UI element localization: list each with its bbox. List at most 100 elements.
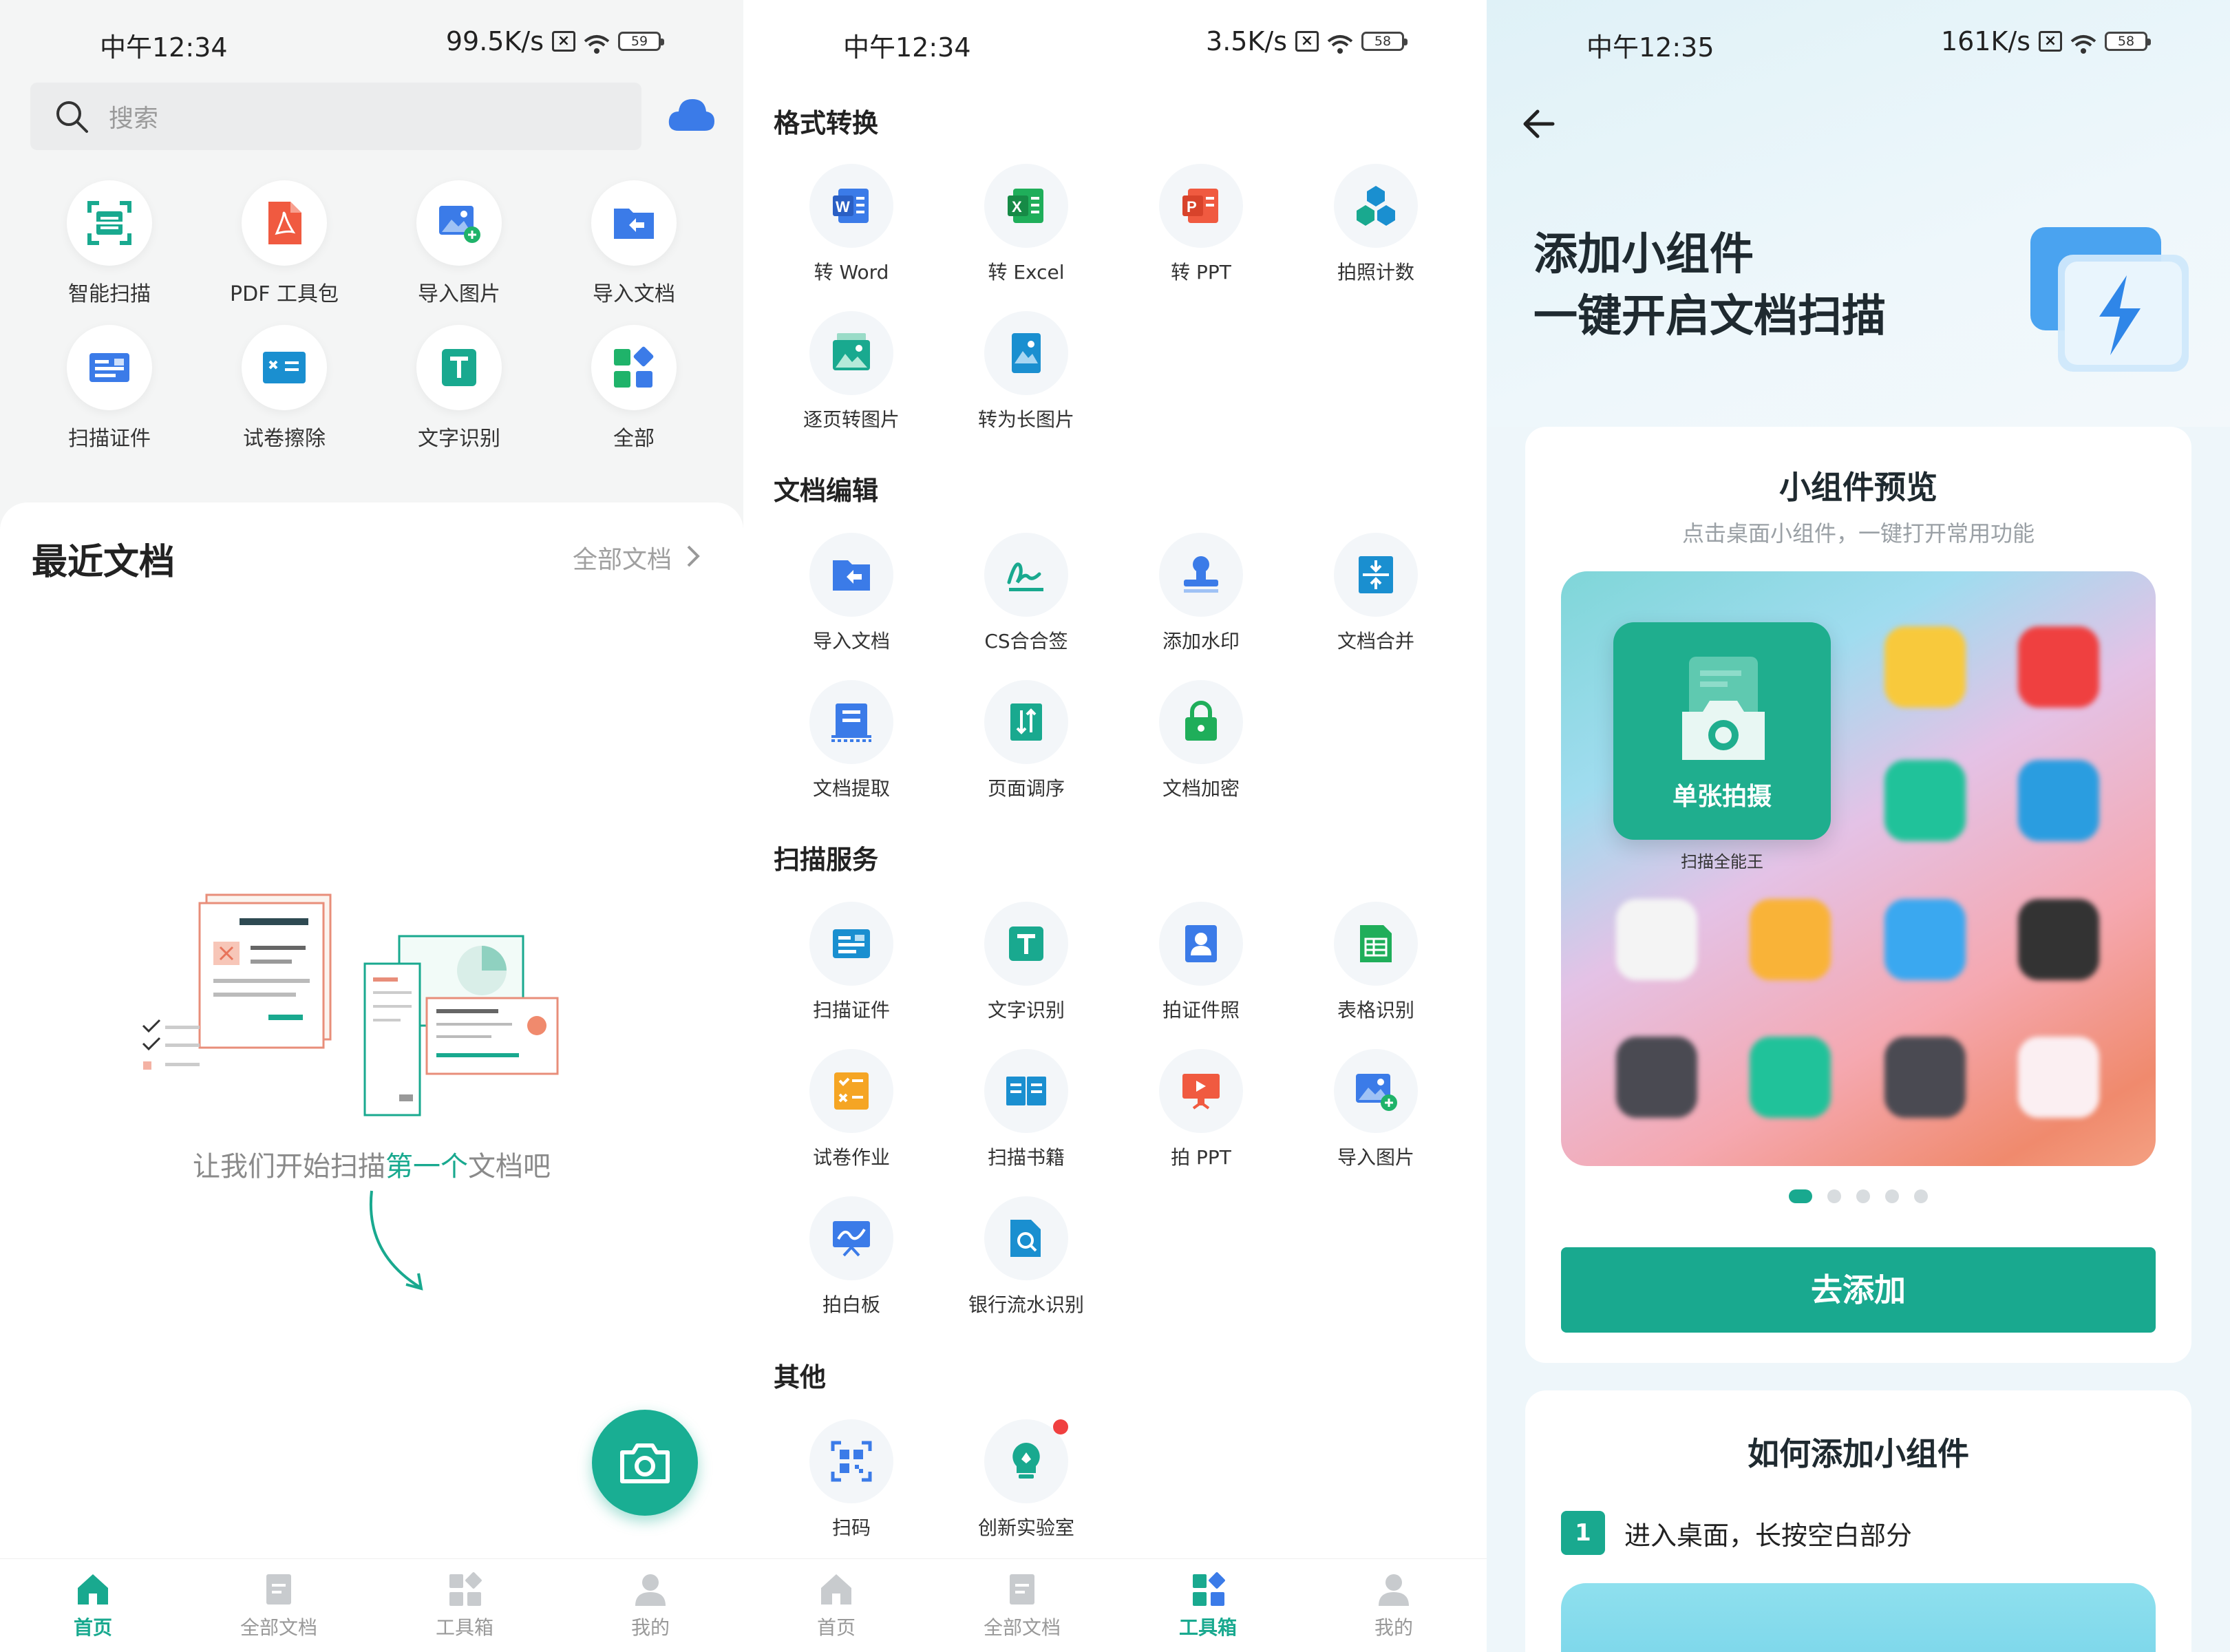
battery-icon: 59 — [618, 32, 664, 51]
tool-page-to-image[interactable]: 逐页转图片 — [764, 311, 939, 458]
tool-id-photo[interactable]: 拍证件照 — [1114, 902, 1288, 1049]
tool-to-excel[interactable]: X 转 Excel — [939, 164, 1114, 311]
tab-label: 全部文档 — [240, 1616, 317, 1639]
empty-state-message: 让我们开始扫描第一个文档吧 — [0, 1144, 743, 1184]
tool-label: 逐页转图片 — [803, 408, 900, 431]
tool-label: 导入文档 — [812, 630, 890, 653]
howto-card: 如何添加小组件 1 进入桌面，长按空白部分 — [1525, 1390, 2191, 1652]
text-recognition-icon — [1009, 926, 1043, 961]
tool-label: 页面调序 — [987, 777, 1065, 800]
tab-label: 首页 — [73, 1616, 112, 1639]
tool-scan-book[interactable]: 扫描书籍 — [939, 1049, 1114, 1196]
tool-text-recognition[interactable]: 文字识别 — [372, 325, 546, 469]
no-sim-icon: × — [2039, 31, 2062, 52]
tool-to-word[interactable]: W 转 Word — [764, 164, 939, 311]
tool-merge[interactable]: 文档合并 — [1288, 533, 1463, 680]
bank-statement-icon — [1010, 1220, 1041, 1257]
tab-label: 全部文档 — [983, 1616, 1061, 1639]
tool-whiteboard[interactable]: 拍白板 — [764, 1196, 939, 1344]
tool-import-doc[interactable]: 导入文档 — [764, 533, 939, 680]
tool-all[interactable]: 全部 — [546, 325, 721, 469]
status-time: 中午12:34 — [843, 32, 971, 63]
camera-button[interactable] — [592, 1410, 698, 1516]
carousel-dot[interactable] — [1885, 1189, 1899, 1203]
widget-label: 单张拍摄 — [1672, 783, 1772, 811]
tool-innovation-lab[interactable]: 创新实验室 — [939, 1419, 1114, 1567]
tool-label: 试卷擦除 — [243, 427, 326, 451]
chevron-right-icon[interactable] — [683, 542, 703, 570]
recent-documents: 最近文档 全部文档 让我们开始扫描第一个文档吧 — [0, 502, 743, 1563]
import-image-icon — [1356, 1074, 1397, 1111]
lab-icon — [1012, 1443, 1040, 1479]
carousel-dot[interactable] — [1789, 1189, 1812, 1203]
tab-home[interactable]: 首页 — [0, 1559, 186, 1652]
search-bar[interactable]: 搜索 — [30, 83, 641, 150]
section-title: 其他 — [774, 1362, 827, 1392]
tool-watermark[interactable]: 添加水印 — [1114, 533, 1288, 680]
blurred-app-icon — [2018, 760, 2099, 841]
all-tools-icon — [614, 346, 654, 388]
single-shot-widget[interactable]: 单张拍摄 — [1613, 622, 1831, 840]
carousel-indicator — [1525, 1189, 2191, 1203]
tool-photo-ppt[interactable]: 拍 PPT — [1114, 1049, 1288, 1196]
tool-encrypt[interactable]: 文档加密 — [1114, 680, 1288, 827]
svg-text:X: X — [1012, 198, 1022, 215]
carousel-dot[interactable] — [1827, 1189, 1841, 1203]
network-speed: 161K/s — [1940, 26, 2030, 56]
tool-table-recognition[interactable]: 表格识别 — [1288, 902, 1463, 1049]
tool-label: 试卷作业 — [812, 1146, 890, 1169]
tab-profile[interactable]: 我的 — [1301, 1559, 1487, 1652]
tool-exam[interactable]: 试卷作业 — [764, 1049, 939, 1196]
home-icon — [78, 1574, 108, 1605]
all-documents-link[interactable]: 全部文档 — [573, 540, 672, 575]
cloud-sync-icon[interactable] — [666, 95, 716, 134]
tool-label: 文档合并 — [1337, 630, 1414, 653]
tool-qr-scan[interactable]: 扫码 — [764, 1419, 939, 1567]
blurred-app-icon — [2018, 626, 2099, 708]
tool-label: 拍证件照 — [1162, 999, 1240, 1021]
tool-smart-scan[interactable]: 智能扫描 — [22, 180, 197, 325]
carousel-dot[interactable] — [1856, 1189, 1870, 1203]
tool-pdf-toolkit[interactable]: PDF 工具包 — [197, 180, 372, 325]
documents-icon — [266, 1574, 291, 1605]
tool-label: 文字识别 — [418, 427, 500, 451]
carousel-dot[interactable] — [1914, 1189, 1928, 1203]
tab-profile[interactable]: 我的 — [558, 1559, 743, 1652]
tab-home[interactable]: 首页 — [743, 1559, 929, 1652]
svg-text:P: P — [1187, 198, 1197, 215]
tab-toolbox[interactable]: 工具箱 — [372, 1559, 558, 1652]
tool-label: 转 Word — [814, 261, 889, 284]
hero-line-2: 一键开启文档扫描 — [1533, 291, 1886, 342]
bottom-tab-bar: 首页 全部文档 工具箱 我的 — [743, 1558, 1487, 1652]
back-arrow-icon[interactable] — [1518, 103, 1560, 145]
tool-signature[interactable]: CS合合签 — [939, 533, 1114, 680]
presentation-icon — [1182, 1074, 1220, 1110]
tool-label: 创新实验室 — [977, 1516, 1074, 1539]
tool-long-image[interactable]: 转为长图片 — [939, 311, 1114, 458]
tool-to-ppt[interactable]: P 转 PPT — [1114, 164, 1288, 311]
tool-import-image[interactable]: 导入图片 — [372, 180, 546, 325]
tab-all-documents[interactable]: 全部文档 — [186, 1559, 372, 1652]
tool-import-doc[interactable]: 导入文档 — [546, 180, 721, 325]
quick-tools-grid: 智能扫描 PDF 工具包 导入图片 导入文档 扫描证件 试卷擦除 文字识别 全部 — [22, 180, 721, 469]
tool-exam-erase[interactable]: 试卷擦除 — [197, 325, 372, 469]
tab-all-documents[interactable]: 全部文档 — [929, 1559, 1115, 1652]
network-speed: 3.5K/s — [1206, 26, 1287, 56]
pdf-toolkit-icon — [268, 202, 301, 244]
tool-scan-id[interactable]: 扫描证件 — [764, 902, 939, 1049]
tool-text-recognition[interactable]: 文字识别 — [939, 902, 1114, 1049]
tool-label: 扫码 — [831, 1516, 871, 1539]
add-widget-button[interactable]: 去添加 — [1561, 1247, 2156, 1333]
tool-extract[interactable]: 文档提取 — [764, 680, 939, 827]
tool-photo-count[interactable]: 拍照计数 — [1288, 164, 1463, 311]
tool-import-image[interactable]: 导入图片 — [1288, 1049, 1463, 1196]
status-time: 中午12:35 — [1586, 32, 1714, 63]
blurred-app-icon — [2018, 1037, 2099, 1118]
tool-reorder[interactable]: 页面调序 — [939, 680, 1114, 827]
blurred-app-icon — [1884, 899, 1966, 980]
tab-toolbox[interactable]: 工具箱 — [1115, 1559, 1301, 1652]
tool-scan-id[interactable]: 扫描证件 — [22, 325, 197, 469]
id-photo-icon — [1185, 925, 1217, 962]
status-bar: 中午12:34 3.5K/s × 58 — [743, 21, 1487, 63]
tool-bank-statement[interactable]: 银行流水识别 — [939, 1196, 1114, 1344]
